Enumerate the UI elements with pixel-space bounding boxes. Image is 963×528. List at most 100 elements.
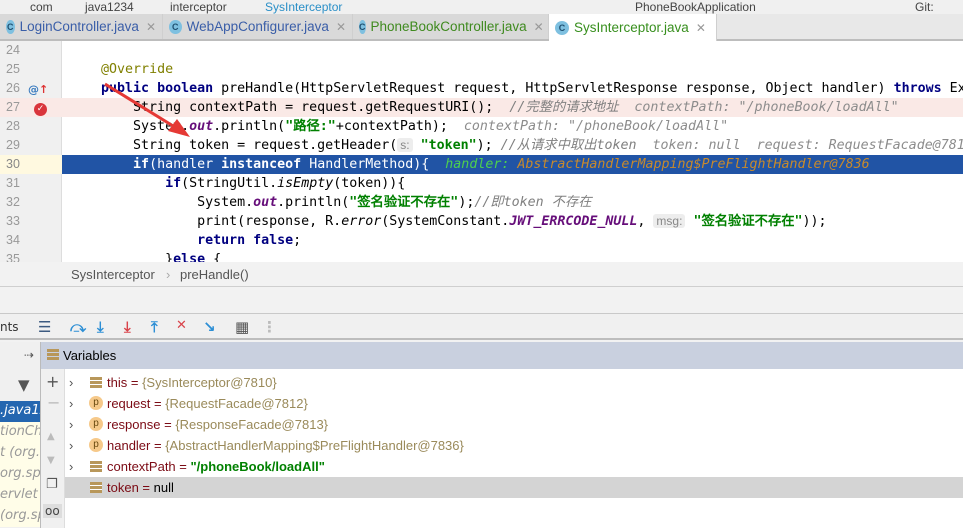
nav-crumb[interactable]: java1234 bbox=[85, 0, 134, 14]
code-line[interactable]: 32 System.out.println("签名验证不存在");//即toke… bbox=[0, 193, 963, 212]
tab-phonebook-controller[interactable]: C PhoneBookController.java ✕ bbox=[353, 14, 549, 39]
field-icon bbox=[90, 377, 102, 388]
remove-watch-icon[interactable]: − bbox=[47, 393, 60, 412]
frame-item[interactable]: ervlet ( bbox=[0, 485, 40, 506]
tab-login-controller[interactable]: C LoginController.java ✕ bbox=[0, 14, 163, 39]
code-token: (SystemConstant. bbox=[381, 214, 510, 229]
variable-row[interactable]: › p response = {ResponseFacade@7813} bbox=[65, 414, 963, 435]
variable-row[interactable]: › contextPath = "/phoneBook/loadAll" bbox=[65, 456, 963, 477]
variable-row[interactable]: › p handler = {AbstractHandlerMapping$PreF… bbox=[65, 435, 963, 456]
variable-row[interactable]: token = null bbox=[65, 477, 963, 498]
code-line[interactable]: 33 print(response, R.error(SystemConstan… bbox=[0, 212, 963, 231]
code-token: "token" bbox=[420, 138, 477, 153]
close-icon[interactable]: ✕ bbox=[146, 20, 156, 34]
variable-name: token bbox=[107, 480, 139, 495]
code-token: HandlerMethod){ bbox=[301, 157, 446, 172]
code-token: throws bbox=[893, 81, 942, 96]
code-token: (token)){ bbox=[333, 176, 406, 191]
step-into-icon[interactable]: ⤓ bbox=[97, 318, 104, 336]
class-icon: C bbox=[359, 19, 366, 34]
equals-sign: = bbox=[138, 480, 154, 495]
code-token: "签名验证不存在" bbox=[349, 195, 459, 210]
run-config-select[interactable]: PhoneBookApplication bbox=[635, 0, 756, 14]
nav-crumb[interactable]: interceptor bbox=[170, 0, 227, 14]
code-token: +contextPath); bbox=[335, 119, 464, 134]
inline-debug-value: token: null request: RequestFacade@7812 bbox=[636, 138, 963, 153]
code-token: { bbox=[205, 252, 222, 262]
show-execution-point-icon[interactable]: ☰ bbox=[38, 318, 51, 336]
breadcrumb-class[interactable]: SysInterceptor bbox=[71, 267, 155, 282]
move-down-icon[interactable]: ▼ bbox=[47, 455, 55, 466]
variable-value: "/phoneBook/loadAll" bbox=[190, 459, 325, 474]
code-token: ); bbox=[476, 138, 501, 153]
variable-name: response bbox=[107, 417, 161, 432]
frames-tab-label[interactable]: nts bbox=[0, 320, 19, 334]
code-line[interactable]: 31 if(StringUtil.isEmpty(token)){ bbox=[0, 174, 963, 193]
close-icon[interactable]: ✕ bbox=[336, 20, 346, 34]
force-step-into-icon[interactable]: ⤓ bbox=[124, 318, 131, 336]
evaluate-expression-icon[interactable]: ▦ bbox=[235, 318, 249, 336]
variable-entry: handler = {AbstractHandlerMapping$PreFli… bbox=[107, 435, 464, 456]
close-icon[interactable]: ✕ bbox=[696, 21, 706, 35]
code-token: System. bbox=[69, 195, 254, 210]
move-up-icon[interactable]: ▲ bbox=[47, 431, 55, 442]
code-token: Exception { bbox=[949, 81, 963, 96]
nav-crumb[interactable]: SysInterceptor bbox=[265, 0, 342, 14]
variable-name: request bbox=[107, 396, 151, 411]
run-to-cursor-icon[interactable]: ↘ bbox=[203, 318, 216, 336]
code-token: if bbox=[165, 176, 182, 191]
parameter-icon: p bbox=[89, 438, 103, 452]
trace-icon[interactable]: ⋮ bbox=[262, 318, 277, 336]
code-token: preHandle(HttpServletRequest request, Ht… bbox=[213, 81, 894, 96]
frame-item[interactable]: .java12 bbox=[0, 401, 40, 422]
variable-entry: request = {RequestFacade@7812} bbox=[107, 393, 308, 414]
breadcrumb-method[interactable]: preHandle() bbox=[180, 267, 249, 282]
nav-crumb[interactable]: com bbox=[30, 0, 53, 14]
pin-icon[interactable]: ⇢ bbox=[24, 348, 34, 362]
variables-title: Variables bbox=[63, 348, 117, 363]
frame-item[interactable]: org.spr bbox=[0, 464, 40, 485]
code-token: //即token 不存在 bbox=[474, 195, 592, 210]
inline-debug-value: AbstractHandlerMapping$PreFlightHandler@… bbox=[517, 157, 870, 172]
equals-sign: = bbox=[160, 417, 176, 432]
chevron-right-icon[interactable]: › bbox=[69, 372, 73, 393]
line-number: 32 bbox=[6, 195, 20, 209]
parameter-hint: s: bbox=[397, 138, 413, 152]
top-navigation-bar: com java1234 interceptor SysInterceptor … bbox=[0, 0, 963, 14]
frame-item[interactable]: tionCha bbox=[0, 422, 40, 443]
debug-toolbar: nts ☰ ⤼ ⤓ ⤓ ⤒ ✕ ↘ ▦ ⋮ bbox=[0, 313, 963, 340]
variable-entry: token = null bbox=[107, 477, 174, 498]
code-line[interactable]: 35 }else { bbox=[0, 250, 963, 262]
tab-webapp-configurer[interactable]: C WebAppConfigurer.java ✕ bbox=[163, 14, 353, 39]
drop-frame-icon[interactable]: ✕ bbox=[176, 318, 187, 333]
chevron-right-icon[interactable]: › bbox=[69, 435, 73, 456]
frame-item[interactable]: t (org.s bbox=[0, 443, 40, 464]
parameter-icon: p bbox=[89, 396, 103, 410]
variable-value: {AbstractHandlerMapping$PreFlightHandler… bbox=[165, 438, 464, 453]
class-icon: C bbox=[169, 19, 182, 34]
chevron-right-icon[interactable]: › bbox=[69, 393, 73, 414]
copy-icon[interactable]: ❐ bbox=[46, 477, 58, 492]
close-icon[interactable]: ✕ bbox=[534, 20, 544, 34]
class-icon: C bbox=[555, 20, 569, 35]
variable-value: null bbox=[153, 480, 174, 495]
filter-icon[interactable]: ▼ bbox=[18, 376, 30, 394]
code-editor[interactable]: 24 25 @Override 26 public boolean preHandl… bbox=[0, 41, 963, 262]
variable-row[interactable]: › this = {SysInterceptor@7810} bbox=[65, 372, 963, 393]
variable-row[interactable]: › p request = {RequestFacade@7812} bbox=[65, 393, 963, 414]
code-line[interactable]: 34 return false; bbox=[0, 231, 963, 250]
code-token: (StringUtil. bbox=[181, 176, 278, 191]
parameter-icon: p bbox=[89, 417, 103, 431]
tab-sys-interceptor[interactable]: C SysInterceptor.java ✕ bbox=[549, 14, 717, 41]
step-over-icon[interactable]: ⤼ bbox=[70, 318, 86, 336]
code-text: }else { bbox=[69, 250, 221, 262]
step-out-icon[interactable]: ⤒ bbox=[151, 318, 158, 336]
chevron-right-icon[interactable]: › bbox=[69, 456, 73, 477]
tab-label: LoginController.java bbox=[19, 19, 139, 34]
git-label: Git: bbox=[915, 0, 934, 14]
chevron-right-icon: › bbox=[166, 267, 171, 282]
show-watches-icon[interactable]: oo bbox=[43, 504, 62, 518]
chevron-right-icon[interactable]: › bbox=[69, 414, 73, 435]
frame-item[interactable]: (org.sp bbox=[0, 506, 40, 527]
add-watch-icon[interactable]: + bbox=[46, 372, 59, 391]
